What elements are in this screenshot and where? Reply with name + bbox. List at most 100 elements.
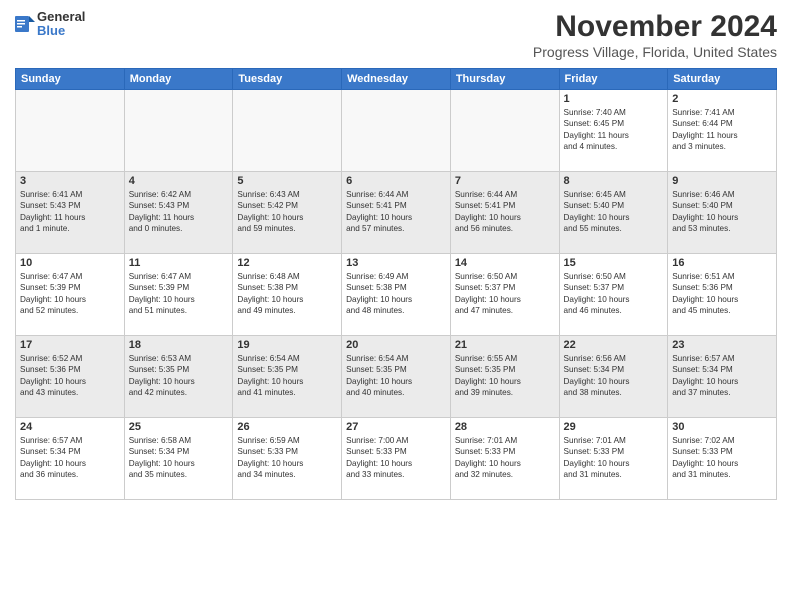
calendar-cell: 3 Sunrise: 6:41 AM Sunset: 5:43 PM Daylig… xyxy=(16,172,125,254)
day-number: 4 xyxy=(129,175,229,187)
day-info: Sunrise: 6:58 AM Sunset: 5:34 PM Dayligh… xyxy=(129,435,229,481)
day-info: Sunrise: 7:02 AM Sunset: 5:33 PM Dayligh… xyxy=(672,435,772,481)
weekday-header-wednesday: Wednesday xyxy=(342,69,451,90)
calendar-cell: 16 Sunrise: 6:51 AM Sunset: 5:36 PM Dayli… xyxy=(668,254,777,336)
day-number: 25 xyxy=(129,421,229,433)
calendar-cell: 30 Sunrise: 7:02 AM Sunset: 5:33 PM Dayli… xyxy=(668,418,777,500)
day-info: Sunrise: 6:41 AM Sunset: 5:43 PM Dayligh… xyxy=(20,189,120,235)
title-section: November 2024 Progress Village, Florida,… xyxy=(533,10,777,60)
calendar-cell: 5 Sunrise: 6:43 AM Sunset: 5:42 PM Daylig… xyxy=(233,172,342,254)
day-number: 14 xyxy=(455,257,555,269)
day-number: 27 xyxy=(346,421,446,433)
day-number: 5 xyxy=(237,175,337,187)
calendar-cell xyxy=(124,90,233,172)
logo-general: General xyxy=(37,10,85,24)
day-info: Sunrise: 6:46 AM Sunset: 5:40 PM Dayligh… xyxy=(672,189,772,235)
header: General Blue November 2024 Progress Vill… xyxy=(15,10,777,60)
calendar-cell: 28 Sunrise: 7:01 AM Sunset: 5:33 PM Dayli… xyxy=(450,418,559,500)
weekday-header-monday: Monday xyxy=(124,69,233,90)
calendar-cell: 1 Sunrise: 7:40 AM Sunset: 6:45 PM Daylig… xyxy=(559,90,668,172)
day-number: 16 xyxy=(672,257,772,269)
weekday-header-tuesday: Tuesday xyxy=(233,69,342,90)
day-number: 22 xyxy=(564,339,664,351)
day-info: Sunrise: 6:44 AM Sunset: 5:41 PM Dayligh… xyxy=(346,189,446,235)
calendar-cell: 25 Sunrise: 6:58 AM Sunset: 5:34 PM Dayli… xyxy=(124,418,233,500)
day-info: Sunrise: 6:44 AM Sunset: 5:41 PM Dayligh… xyxy=(455,189,555,235)
calendar-cell: 27 Sunrise: 7:00 AM Sunset: 5:33 PM Dayli… xyxy=(342,418,451,500)
logo-icon xyxy=(15,12,35,36)
day-number: 13 xyxy=(346,257,446,269)
logo-text: General Blue xyxy=(37,10,85,39)
calendar-cell: 19Sunrise: 6:54 AM Sunset: 5:35 PM Dayli… xyxy=(233,336,342,418)
day-number: 20 xyxy=(346,339,446,351)
day-info: Sunrise: 7:00 AM Sunset: 5:33 PM Dayligh… xyxy=(346,435,446,481)
day-info: Sunrise: 6:47 AM Sunset: 5:39 PM Dayligh… xyxy=(20,271,120,317)
calendar-cell: 29 Sunrise: 7:01 AM Sunset: 5:33 PM Dayli… xyxy=(559,418,668,500)
day-info: Sunrise: 6:57 AM Sunset: 5:34 PM Dayligh… xyxy=(20,435,120,481)
day-info: Sunrise: 6:50 AM Sunset: 5:37 PM Dayligh… xyxy=(564,271,664,317)
calendar-cell xyxy=(233,90,342,172)
day-info: Sunrise: 6:54 AM Sunset: 5:35 PM Dayligh… xyxy=(237,353,337,399)
month-title: November 2024 xyxy=(533,10,777,44)
weekday-header-saturday: Saturday xyxy=(668,69,777,90)
calendar-cell: 8Sunrise: 6:45 AM Sunset: 5:40 PM Daylig… xyxy=(559,172,668,254)
day-number: 15 xyxy=(564,257,664,269)
day-info: Sunrise: 6:59 AM Sunset: 5:33 PM Dayligh… xyxy=(237,435,337,481)
day-number: 30 xyxy=(672,421,772,433)
day-number: 28 xyxy=(455,421,555,433)
day-info: Sunrise: 6:47 AM Sunset: 5:39 PM Dayligh… xyxy=(129,271,229,317)
week-row-4: 17 Sunrise: 6:52 AM Sunset: 5:36 PM Dayli… xyxy=(16,336,777,418)
day-info: Sunrise: 6:49 AM Sunset: 5:38 PM Dayligh… xyxy=(346,271,446,317)
day-info: Sunrise: 7:01 AM Sunset: 5:33 PM Dayligh… xyxy=(455,435,555,481)
calendar-cell: 11Sunrise: 6:47 AM Sunset: 5:39 PM Dayli… xyxy=(124,254,233,336)
day-info: Sunrise: 6:48 AM Sunset: 5:38 PM Dayligh… xyxy=(237,271,337,317)
day-number: 3 xyxy=(20,175,120,187)
week-row-1: 1 Sunrise: 7:40 AM Sunset: 6:45 PM Daylig… xyxy=(16,90,777,172)
day-info: Sunrise: 6:57 AM Sunset: 5:34 PM Dayligh… xyxy=(672,353,772,399)
day-number: 1 xyxy=(564,93,664,105)
day-info: Sunrise: 6:56 AM Sunset: 5:34 PM Dayligh… xyxy=(564,353,664,399)
calendar-cell xyxy=(450,90,559,172)
calendar-cell: 10 Sunrise: 6:47 AM Sunset: 5:39 PM Dayli… xyxy=(16,254,125,336)
calendar-cell: 2Sunrise: 7:41 AM Sunset: 6:44 PM Daylig… xyxy=(668,90,777,172)
day-number: 9 xyxy=(672,175,772,187)
weekday-header-row: SundayMondayTuesdayWednesdayThursdayFrid… xyxy=(16,69,777,90)
day-info: Sunrise: 7:01 AM Sunset: 5:33 PM Dayligh… xyxy=(564,435,664,481)
day-number: 24 xyxy=(20,421,120,433)
logo: General Blue xyxy=(15,10,85,39)
weekday-header-friday: Friday xyxy=(559,69,668,90)
day-number: 7 xyxy=(455,175,555,187)
day-info: Sunrise: 6:54 AM Sunset: 5:35 PM Dayligh… xyxy=(346,353,446,399)
day-number: 29 xyxy=(564,421,664,433)
calendar-cell: 26Sunrise: 6:59 AM Sunset: 5:33 PM Dayli… xyxy=(233,418,342,500)
day-info: Sunrise: 7:40 AM Sunset: 6:45 PM Dayligh… xyxy=(564,107,664,153)
day-number: 23 xyxy=(672,339,772,351)
day-number: 21 xyxy=(455,339,555,351)
calendar-cell: 15 Sunrise: 6:50 AM Sunset: 5:37 PM Dayli… xyxy=(559,254,668,336)
calendar-cell: 9 Sunrise: 6:46 AM Sunset: 5:40 PM Daylig… xyxy=(668,172,777,254)
weekday-header-sunday: Sunday xyxy=(16,69,125,90)
day-info: Sunrise: 6:43 AM Sunset: 5:42 PM Dayligh… xyxy=(237,189,337,235)
day-number: 17 xyxy=(20,339,120,351)
calendar-cell: 7 Sunrise: 6:44 AM Sunset: 5:41 PM Daylig… xyxy=(450,172,559,254)
calendar-cell: 13 Sunrise: 6:49 AM Sunset: 5:38 PM Dayli… xyxy=(342,254,451,336)
calendar-cell: 18Sunrise: 6:53 AM Sunset: 5:35 PM Dayli… xyxy=(124,336,233,418)
day-number: 10 xyxy=(20,257,120,269)
calendar-cell: 20 Sunrise: 6:54 AM Sunset: 5:35 PM Dayli… xyxy=(342,336,451,418)
day-info: Sunrise: 6:55 AM Sunset: 5:35 PM Dayligh… xyxy=(455,353,555,399)
calendar-cell xyxy=(342,90,451,172)
week-row-5: 24 Sunrise: 6:57 AM Sunset: 5:34 PM Dayli… xyxy=(16,418,777,500)
day-number: 2 xyxy=(672,93,772,105)
calendar-cell: 12Sunrise: 6:48 AM Sunset: 5:38 PM Dayli… xyxy=(233,254,342,336)
day-info: Sunrise: 6:51 AM Sunset: 5:36 PM Dayligh… xyxy=(672,271,772,317)
week-row-2: 3 Sunrise: 6:41 AM Sunset: 5:43 PM Daylig… xyxy=(16,172,777,254)
day-info: Sunrise: 6:52 AM Sunset: 5:36 PM Dayligh… xyxy=(20,353,120,399)
calendar-cell: 21 Sunrise: 6:55 AM Sunset: 5:35 PM Dayli… xyxy=(450,336,559,418)
calendar-cell: 14 Sunrise: 6:50 AM Sunset: 5:37 PM Dayli… xyxy=(450,254,559,336)
location: Progress Village, Florida, United States xyxy=(533,44,777,60)
page: General Blue November 2024 Progress Vill… xyxy=(0,0,792,612)
day-number: 18 xyxy=(129,339,229,351)
day-info: Sunrise: 6:50 AM Sunset: 5:37 PM Dayligh… xyxy=(455,271,555,317)
calendar-cell: 4Sunrise: 6:42 AM Sunset: 5:43 PM Daylig… xyxy=(124,172,233,254)
day-info: Sunrise: 6:45 AM Sunset: 5:40 PM Dayligh… xyxy=(564,189,664,235)
